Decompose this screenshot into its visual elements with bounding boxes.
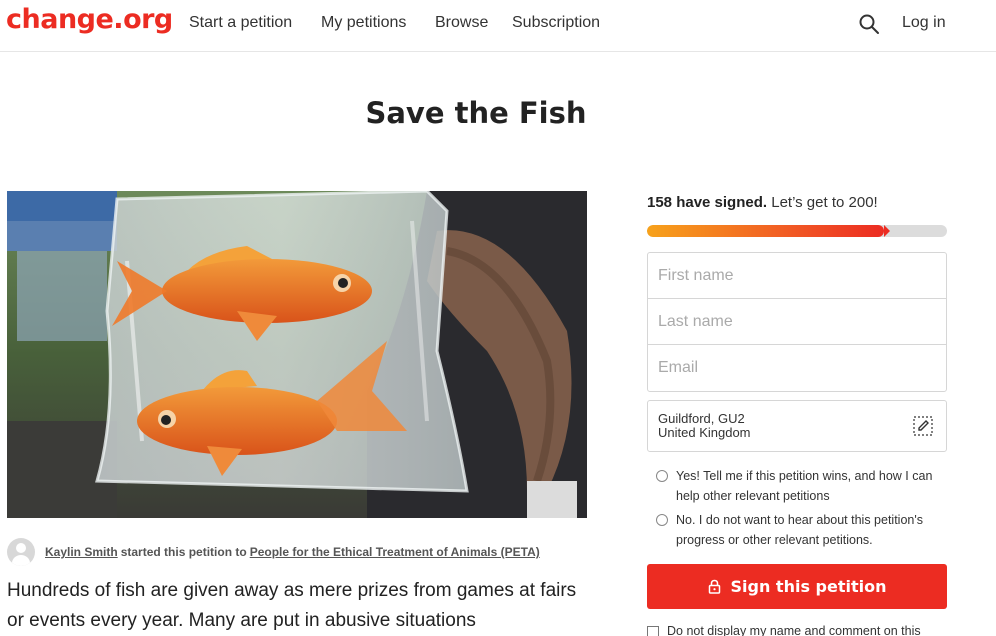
login-link[interactable]: Log in xyxy=(902,14,946,32)
recipient-link[interactable]: People for the Ethical Treatment of Anim… xyxy=(250,545,540,559)
nav-browse[interactable]: Browse xyxy=(435,14,488,32)
email-field[interactable] xyxy=(648,345,946,391)
sign-petition-button[interactable]: Sign this petition xyxy=(647,564,947,609)
opt-in-yes-option[interactable]: Yes! Tell me if this petition wins, and … xyxy=(656,466,946,506)
hide-name-label: Do not display my name and comment on th… xyxy=(667,624,921,636)
location-country: United Kingdom xyxy=(658,425,751,440)
site-header: change.org Start a petition My petitions… xyxy=(0,0,996,52)
goal-text: Let’s get to 200! xyxy=(767,194,878,211)
signature-count: 158 have signed. Let’s get to 200! xyxy=(647,194,878,211)
nav-my-petitions[interactable]: My petitions xyxy=(321,14,406,32)
petition-starter-line: Kaylin Smith started this petition to Pe… xyxy=(7,537,540,567)
signer-form-fields xyxy=(647,252,947,392)
opt-in-no-label: No. I do not want to hear about this pet… xyxy=(676,513,923,547)
radio-yes[interactable] xyxy=(656,470,668,482)
lock-icon xyxy=(708,579,720,594)
signature-progress-bar xyxy=(647,225,947,237)
nav-subscription[interactable]: Subscription xyxy=(512,14,600,32)
starter-text: started this petition to xyxy=(120,545,247,559)
signed-count: 158 have signed. xyxy=(647,194,768,211)
starter-name-link[interactable]: Kaylin Smith xyxy=(45,545,118,559)
petition-title: Save the Fish xyxy=(365,96,587,130)
hide-name-option[interactable]: Do not display my name and comment on th… xyxy=(647,624,947,636)
hide-name-checkbox[interactable] xyxy=(647,626,659,636)
goldfish-bag-photo xyxy=(7,191,587,518)
last-name-field[interactable] xyxy=(648,299,946,345)
nav-start-petition[interactable]: Start a petition xyxy=(189,14,292,32)
progress-fill xyxy=(647,225,890,237)
petition-description: Hundreds of fish are given away as mere … xyxy=(7,580,577,631)
opt-in-no-option[interactable]: No. I do not want to hear about this pet… xyxy=(656,510,946,550)
opt-in-yes-label: Yes! Tell me if this petition wins, and … xyxy=(676,469,933,503)
first-name-field[interactable] xyxy=(648,253,946,299)
search-icon[interactable] xyxy=(858,13,880,35)
avatar xyxy=(7,538,35,566)
petition-image-goldfish-in-bag xyxy=(7,191,587,518)
location-field[interactable]: Guildford, GU2 United Kingdom xyxy=(647,400,947,452)
sign-button-label: Sign this petition xyxy=(730,577,887,596)
change-org-logo[interactable]: change.org xyxy=(6,4,173,35)
edit-pencil-icon[interactable] xyxy=(913,416,933,436)
radio-no[interactable] xyxy=(656,514,668,526)
location-city: Guildford, GU2 xyxy=(658,411,745,426)
